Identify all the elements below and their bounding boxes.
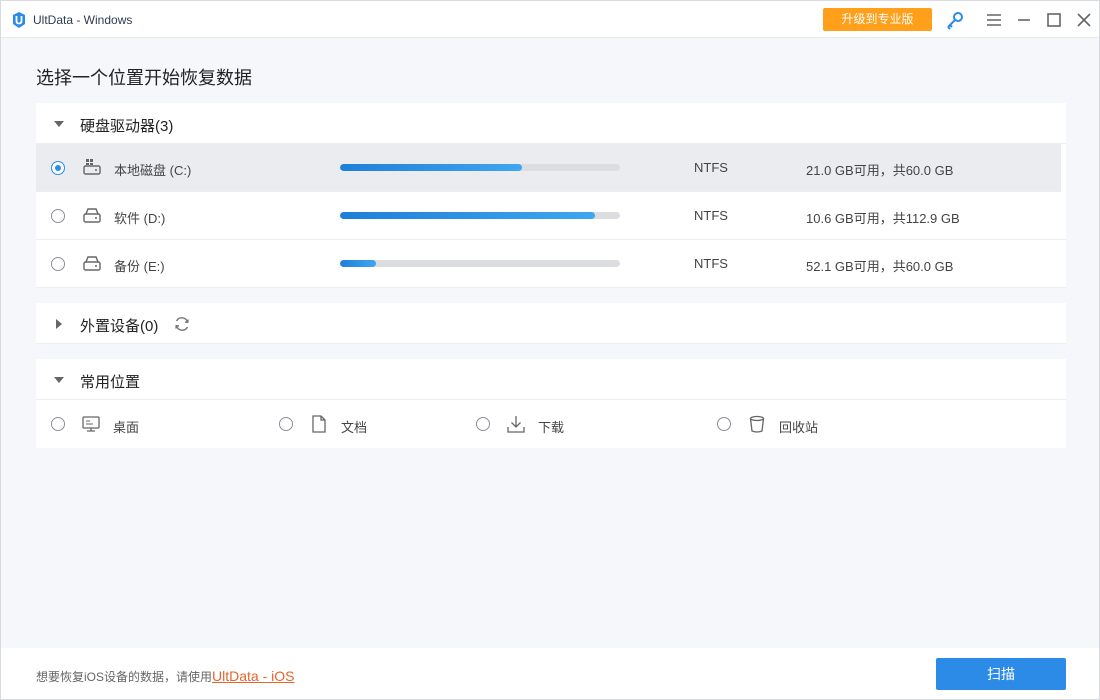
scan-button[interactable]: 扫描 (936, 658, 1066, 690)
footer: 想要恢复iOS设备的数据，请使用UltData - iOS 扫描 (1, 648, 1099, 699)
title-bar: UltData - Windows 升级到专业版 (1, 1, 1099, 38)
collapse-triangle-icon (54, 377, 64, 383)
location-label: 下载 (538, 420, 565, 435)
footer-note-text: 想要恢复iOS设备的数据，请使用 (36, 670, 213, 684)
drive-capacity: 10.6 GB可用，共112.9 GB (806, 211, 960, 226)
drive-icon (83, 208, 101, 223)
drive-icon (83, 256, 101, 271)
refresh-icon[interactable] (173, 315, 191, 333)
common-locations-header[interactable]: 常用位置 (36, 359, 1066, 400)
footer-note: 想要恢复iOS设备的数据，请使用UltData - iOS (36, 668, 294, 685)
drive-radio-e[interactable] (51, 257, 65, 271)
drive-filesystem: NTFS (694, 208, 728, 223)
drive-capacity: 52.1 GB可用，共60.0 GB (806, 259, 954, 274)
windows-drive-icon (83, 159, 101, 175)
hard-drives-label: 硬盘驱动器(3) (80, 118, 174, 135)
close-icon[interactable] (1074, 10, 1094, 30)
window-title: UltData - Windows (33, 13, 133, 27)
location-radio[interactable] (476, 417, 490, 431)
hard-drives-header[interactable]: 硬盘驱动器(3) (36, 103, 1066, 144)
drive-filesystem: NTFS (694, 256, 728, 271)
drive-capacity: 21.0 GB可用，共60.0 GB (806, 163, 954, 178)
location-recycle-bin[interactable]: 回收站 (702, 400, 902, 448)
drive-row-d[interactable]: 软件 (D:) NTFS 10.6 GB可用，共112.9 GB (36, 192, 1066, 240)
drive-name: 本地磁盘 (C:) (114, 163, 192, 178)
minimize-icon[interactable] (1014, 10, 1034, 30)
locations-row: 桌面 文档 下载 回收站 (36, 400, 1066, 448)
drive-filesystem: NTFS (694, 160, 728, 175)
drive-radio-d[interactable] (51, 209, 65, 223)
common-locations-panel: 常用位置 桌面 文档 下载 回收站 (36, 359, 1066, 448)
drive-name: 软件 (D:) (114, 211, 166, 226)
location-label: 文档 (341, 420, 368, 435)
usage-bar-fill (340, 164, 522, 171)
expand-triangle-icon (56, 319, 62, 329)
location-radio[interactable] (717, 417, 731, 431)
location-radio[interactable] (279, 417, 293, 431)
key-icon[interactable] (945, 10, 965, 30)
document-icon (312, 415, 326, 433)
location-label: 回收站 (779, 420, 819, 435)
location-label: 桌面 (113, 420, 140, 435)
maximize-icon[interactable] (1044, 10, 1064, 30)
ultdata-ios-link[interactable]: UltData - iOS (212, 668, 294, 684)
drive-name: 备份 (E:) (114, 259, 165, 274)
menu-icon[interactable] (984, 10, 1004, 30)
external-devices-panel: 外置设备(0) (36, 303, 1066, 344)
app-logo-icon (13, 12, 25, 28)
location-downloads[interactable]: 下载 (461, 400, 661, 448)
download-icon (507, 416, 525, 433)
collapse-triangle-icon (54, 121, 64, 127)
usage-bar-fill (340, 212, 595, 219)
drive-row-c[interactable]: 本地磁盘 (C:) NTFS 21.0 GB可用，共60.0 GB (36, 144, 1061, 192)
usage-bar (340, 164, 620, 171)
page-title: 选择一个位置开始恢复数据 (36, 68, 252, 88)
upgrade-button[interactable]: 升级到专业版 (823, 8, 932, 31)
recycle-bin-icon (749, 415, 765, 433)
usage-bar-fill (340, 260, 377, 267)
usage-bar (340, 212, 620, 219)
common-locations-label: 常用位置 (80, 374, 141, 391)
usage-bar (340, 260, 620, 267)
location-documents[interactable]: 文档 (264, 400, 444, 448)
drive-radio-c[interactable] (51, 161, 65, 175)
location-radio[interactable] (51, 417, 65, 431)
external-devices-label: 外置设备(0) (80, 318, 159, 335)
hard-drives-panel: 硬盘驱动器(3) 本地磁盘 (C:) NTFS 21.0 GB可用，共60.0 … (36, 103, 1066, 288)
monitor-icon (82, 416, 100, 432)
drive-row-e[interactable]: 备份 (E:) NTFS 52.1 GB可用，共60.0 GB (36, 240, 1066, 288)
external-devices-header[interactable]: 外置设备(0) (36, 303, 1066, 344)
location-desktop[interactable]: 桌面 (36, 400, 256, 448)
